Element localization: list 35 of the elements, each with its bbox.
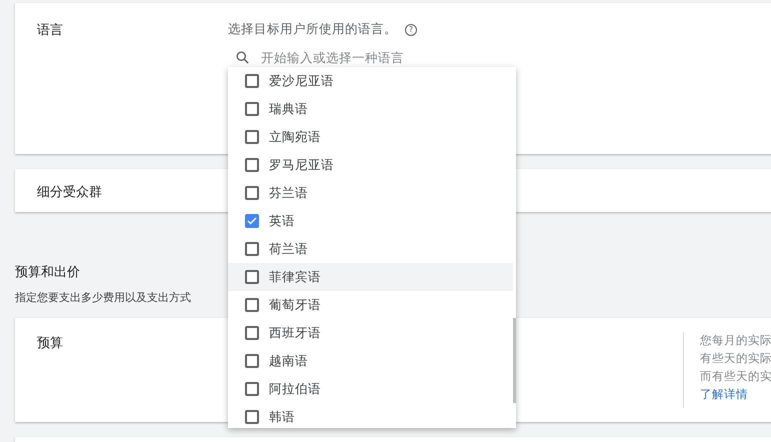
scrollbar[interactable] xyxy=(513,318,516,403)
checkbox[interactable] xyxy=(245,102,259,116)
checkbox[interactable] xyxy=(245,158,259,172)
language-option[interactable]: 芬兰语 xyxy=(228,179,513,207)
learn-more-link[interactable]: 了解详情 xyxy=(700,386,771,403)
language-label: 语言 xyxy=(37,22,64,40)
language-option[interactable]: 葡萄牙语 xyxy=(228,291,513,319)
checkbox[interactable] xyxy=(245,410,259,424)
checkbox[interactable] xyxy=(245,74,259,88)
search-icon xyxy=(235,50,250,65)
checkbox[interactable] xyxy=(245,214,259,228)
checkbox[interactable] xyxy=(245,382,259,396)
checkbox[interactable] xyxy=(245,326,259,340)
language-option[interactable]: 阿拉伯语 xyxy=(228,375,513,403)
language-option[interactable]: 立陶宛语 xyxy=(228,123,513,151)
budget-label: 预算 xyxy=(37,335,64,353)
language-option[interactable]: 菲律宾语 xyxy=(228,263,513,291)
checkbox[interactable] xyxy=(245,242,259,256)
language-option[interactable]: 罗马尼亚语 xyxy=(228,151,513,179)
help-text: 选择目标用户所使用的语言。 xyxy=(228,21,397,38)
checkbox[interactable] xyxy=(245,354,259,368)
audience-label: 细分受众群 xyxy=(37,184,103,202)
checkbox[interactable] xyxy=(245,130,259,144)
language-option[interactable]: 越南语 xyxy=(228,347,513,375)
language-option[interactable]: 西班牙语 xyxy=(228,319,513,347)
language-option[interactable]: 荷兰语 xyxy=(228,235,513,263)
checkbox[interactable] xyxy=(245,186,259,200)
help-icon[interactable]: ? xyxy=(405,24,417,36)
language-option[interactable]: 英语 xyxy=(228,207,513,235)
language-option[interactable]: 瑞典语 xyxy=(228,95,513,123)
checkbox[interactable] xyxy=(245,270,259,284)
section-subtitle: 指定您要支出多少费用以及支出方式 xyxy=(15,290,191,305)
checkbox[interactable] xyxy=(245,298,259,312)
section-title: 预算和出价 xyxy=(15,264,80,281)
language-option[interactable]: 韩语 xyxy=(228,403,513,428)
